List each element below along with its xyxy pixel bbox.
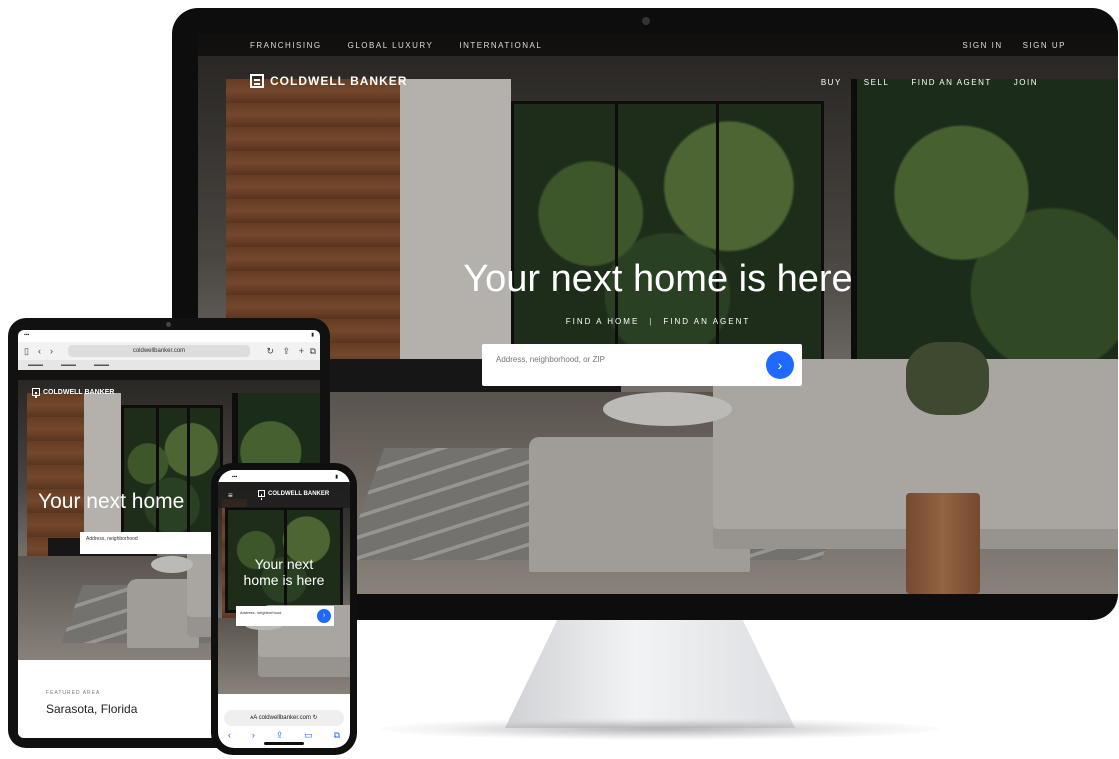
tablet-tab-strip: ▬▬▬ ▬▬▬ ▬▬▬ [18, 360, 320, 370]
back-icon[interactable]: ‹ [228, 730, 231, 742]
battery-icon: ▮ [335, 474, 338, 480]
share-icon[interactable]: ⇪ [276, 730, 284, 742]
tab-find-home[interactable]: FIND A HOME [566, 317, 640, 326]
reload-icon[interactable]: ↻ [313, 715, 318, 721]
topbar-link-franchising[interactable]: FRANCHISING [250, 41, 322, 50]
topbar-link-international[interactable]: INTERNATIONAL [459, 41, 542, 50]
status-time: ▪▪▪ [24, 332, 30, 338]
aa-icon[interactable]: ᴀA [250, 715, 257, 721]
phone-url-text: coldwellbanker.com [258, 715, 311, 721]
logo-mark-icon [258, 490, 265, 497]
share-icon[interactable]: ⇪ [282, 345, 290, 357]
sign-in-link[interactable]: SIGN IN [962, 41, 1002, 50]
logo-text: COLDWELL BANKER [43, 388, 115, 396]
tab-item[interactable]: ▬▬▬ [28, 360, 43, 370]
nav-item-find-agent[interactable]: FIND AN AGENT [911, 78, 991, 87]
home-indicator [264, 742, 304, 745]
logo-mark-icon [32, 388, 40, 396]
tab-item[interactable]: ▬▬▬ [61, 360, 76, 370]
forward-icon[interactable]: › [50, 345, 53, 357]
sign-up-link[interactable]: SIGN UP [1023, 41, 1066, 50]
phone-screen: ▪▪▪ ▮ ≡ COLDWELL BANKER Your next home i… [218, 470, 350, 748]
hero-search-box[interactable]: Address, neighborhood › [236, 606, 334, 626]
search-submit-button[interactable]: › [317, 609, 331, 623]
utility-bar [18, 370, 320, 380]
tablet-url-field[interactable]: coldwellbanker.com [68, 345, 250, 357]
hero-title: Your next home is here [463, 258, 853, 300]
phone-url-bar[interactable]: ᴀA coldwellbanker.com ↻ [224, 710, 344, 726]
hero-title: Your next home [38, 490, 185, 513]
hero-search-box: › [482, 344, 802, 386]
logo-text: COLDWELL BANKER [270, 74, 408, 88]
tabs-icon[interactable]: ⧉ [334, 730, 340, 742]
chevron-right-icon: › [777, 357, 783, 373]
forward-icon[interactable]: › [252, 730, 255, 742]
hero-search-box[interactable]: Address, neighborhood [80, 532, 220, 554]
site-logo[interactable]: COLDWELL BANKER [32, 388, 114, 396]
menu-icon[interactable]: ≡ [228, 491, 233, 500]
status-time: ▪▪▪ [232, 474, 238, 480]
search-placeholder: Address, neighborhood [86, 536, 138, 542]
search-placeholder: Address, neighborhood [240, 610, 282, 615]
reload-icon[interactable]: ↻ [266, 345, 274, 357]
nav-item-buy[interactable]: BUY [821, 78, 842, 87]
phone-status-bar: ▪▪▪ ▮ [218, 470, 350, 482]
main-nav: COLDWELL BANKER BUY SELL FIND AN AGENT J… [198, 68, 1118, 98]
phone-device: ▪▪▪ ▮ ≡ COLDWELL BANKER Your next home i… [211, 463, 357, 755]
back-icon[interactable]: ‹ [38, 345, 41, 357]
logo-mark-icon [250, 74, 264, 88]
new-tab-icon[interactable]: + [299, 345, 304, 357]
phone-browser-toolbar: ‹ › ⇪ ▭ ⧉ [228, 730, 340, 742]
site-logo[interactable]: COLDWELL BANKER [258, 490, 329, 497]
hero-title-line2: home is here [243, 572, 325, 588]
tablet-status-bar: ▪▪▪ ▮ [18, 330, 320, 340]
phone-site: ≡ COLDWELL BANKER Your next home is here… [218, 482, 350, 694]
bookmarks-icon[interactable]: ▭ [304, 730, 313, 742]
hero-background-image [218, 482, 350, 694]
nav-item-join[interactable]: JOIN [1014, 78, 1038, 87]
section-eyebrow: FEATURED AREA [46, 690, 101, 696]
topbar-link-global-luxury[interactable]: GLOBAL LUXURY [348, 41, 434, 50]
search-submit-button[interactable]: › [766, 351, 794, 379]
monitor-camera [642, 17, 650, 25]
site-logo[interactable]: COLDWELL BANKER [250, 74, 407, 88]
stand-shadow [380, 718, 940, 740]
tab-find-agent[interactable]: FIND AN AGENT [663, 317, 750, 326]
hero-title-line1: Your next [254, 556, 314, 572]
tablet-browser-bar: ▯ ‹ › coldwellbanker.com ↻ ⇪ + ⧉ [18, 342, 320, 360]
logo-text: COLDWELL BANKER [268, 490, 330, 497]
hero-search-tabs: FIND A HOME | FIND AN AGENT [198, 317, 1118, 326]
tablet-camera [166, 322, 171, 327]
tabs-icon[interactable]: ⧉ [310, 345, 316, 357]
nav-item-sell[interactable]: SELL [864, 78, 890, 87]
tab-item[interactable]: ▬▬▬ [94, 360, 109, 370]
tab-separator: | [649, 317, 654, 326]
utility-bar: FRANCHISING GLOBAL LUXURY INTERNATIONAL … [198, 34, 1118, 56]
battery-icon: ▮ [311, 332, 314, 338]
hero-title: Your next home is here [218, 556, 350, 588]
featured-city[interactable]: Sarasota, Florida [46, 702, 137, 716]
search-input[interactable] [496, 352, 756, 366]
sidebar-icon[interactable]: ▯ [24, 345, 29, 357]
phone-header: ≡ COLDWELL BANKER [218, 482, 350, 508]
monitor-stand [505, 620, 795, 728]
